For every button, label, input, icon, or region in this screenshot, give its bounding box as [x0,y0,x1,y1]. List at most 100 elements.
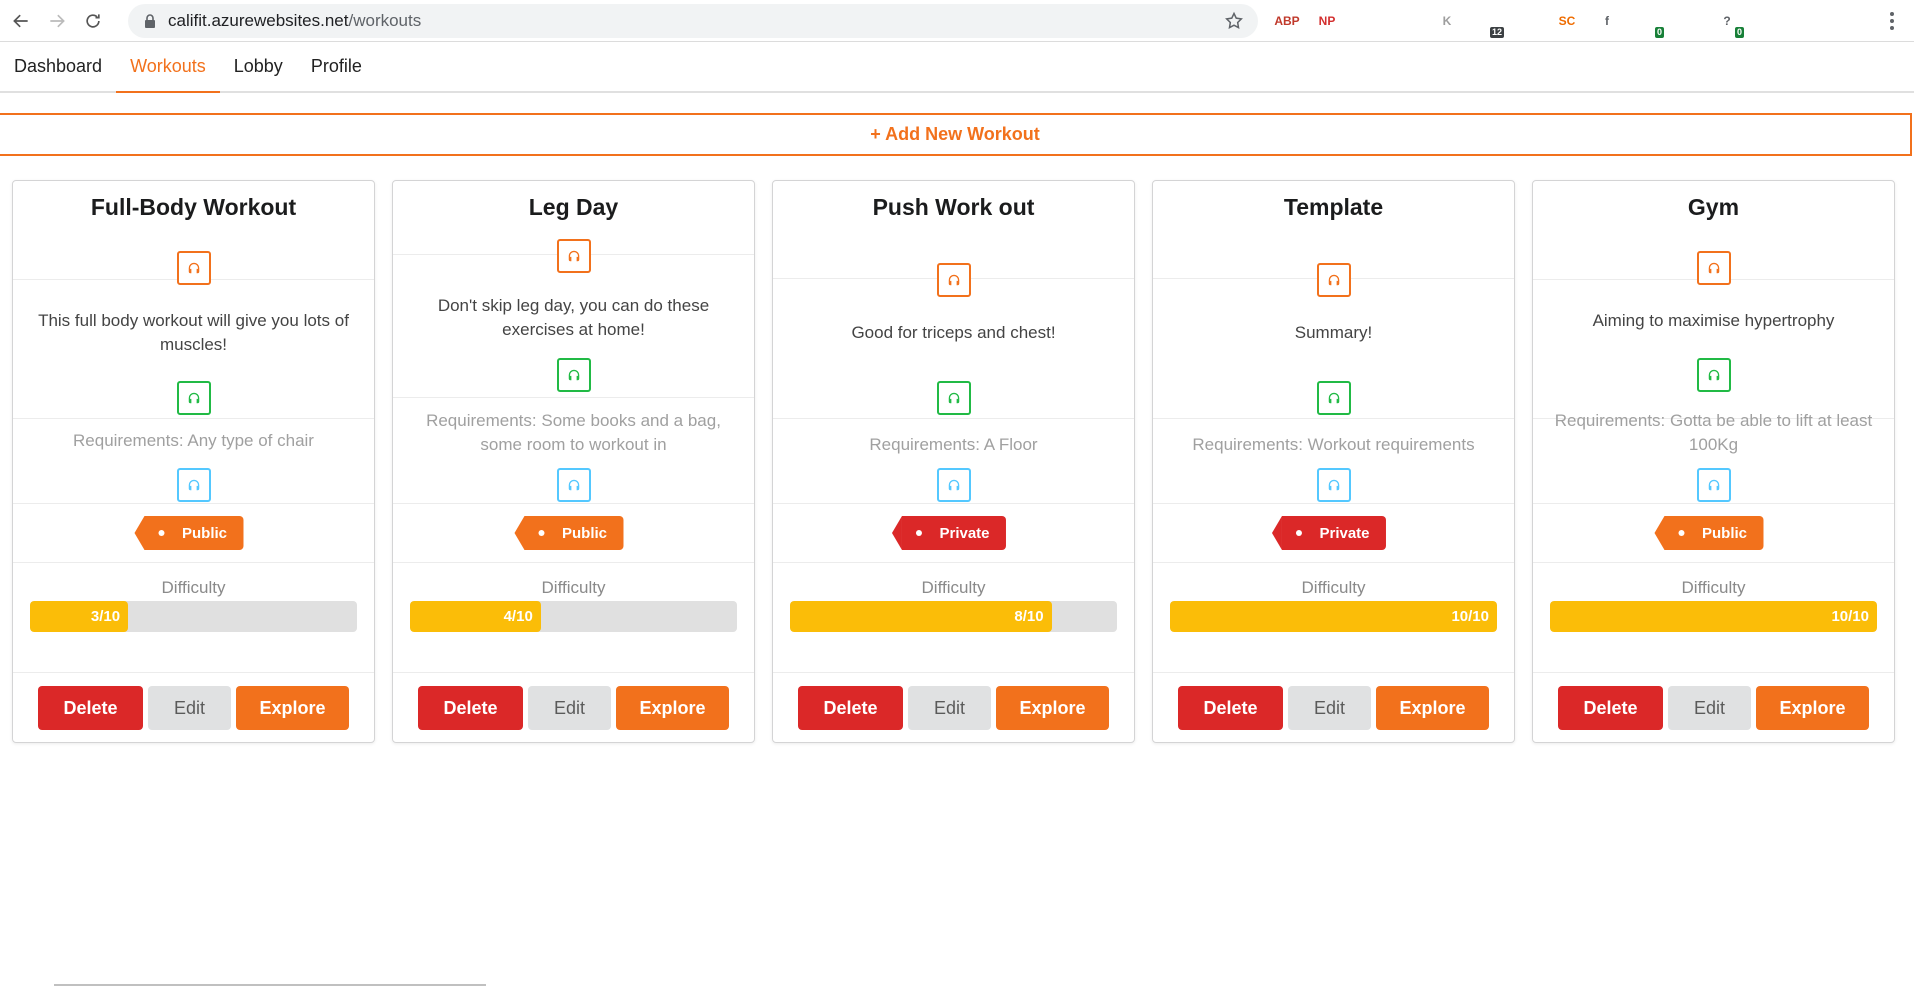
playlist-icon[interactable] [1792,6,1822,36]
k-ext-icon[interactable]: K [1432,6,1462,36]
explore-button[interactable]: Explore [1756,686,1869,730]
explore-button[interactable]: Explore [996,686,1109,730]
address-bar[interactable]: califit.azurewebsites.net/workouts [128,4,1258,38]
np-icon[interactable]: NP [1312,6,1342,36]
extension-badge: 0 [1734,27,1744,38]
headphones-icon[interactable] [936,381,971,415]
reload-button[interactable] [78,6,108,36]
visibility-tag: Public [1653,516,1764,550]
react-devtools-icon[interactable] [1392,6,1422,36]
card-actions: Delete Edit Explore [393,686,754,730]
delete-button[interactable]: Delete [38,686,143,730]
divider [1153,418,1514,419]
difficulty-progress: 8/10 [790,601,1117,632]
profile-avatar[interactable] [1832,6,1862,36]
difficulty-fill: 4/10 [410,601,541,632]
add-new-workout-button[interactable]: + Add New Workout [0,113,1912,156]
refresh-ext-icon[interactable] [1352,6,1382,36]
explore-button[interactable]: Explore [236,686,349,730]
headphones-icon[interactable] [556,358,591,392]
visibility-tag: Private [891,516,1006,550]
headphones-icon[interactable] [176,251,211,285]
headphones-icon[interactable] [936,468,971,502]
workout-cards: Full-Body Workout This full body workout… [0,180,1914,743]
headphones-icon[interactable] [1316,381,1351,415]
workout-requirements: Requirements: Workout requirements [1192,435,1475,454]
difficulty-label: Difficulty [1681,578,1746,597]
divider [393,397,754,398]
difficulty-progress: 4/10 [410,601,737,632]
tracker-ext-icon[interactable]: 0 [1632,6,1664,38]
workout-description: Good for triceps and chest! [851,323,1056,342]
visibility-tag: Public [513,516,624,550]
lock-icon [145,14,155,28]
difficulty-label: Difficulty [541,578,606,597]
difficulty-label: Difficulty [1301,578,1366,597]
tab-workouts[interactable]: Workouts [116,42,220,93]
back-button[interactable] [6,6,36,36]
url-path: /workouts [348,11,422,30]
edit-button[interactable]: Edit [1288,686,1371,730]
explore-button[interactable]: Explore [1376,686,1489,730]
edit-button[interactable]: Edit [1668,686,1751,730]
headphones-icon[interactable] [176,468,211,502]
workout-card: Push Work out Good for triceps and chest… [772,180,1135,743]
workout-title: Template [1283,194,1384,220]
edit-button[interactable]: Edit [148,686,231,730]
delete-button[interactable]: Delete [1178,686,1283,730]
tab-dashboard[interactable]: Dashboard [0,42,116,91]
difficulty-label: Difficulty [921,578,986,597]
arrow-left-icon [13,14,28,27]
headphones-icon[interactable] [556,468,591,502]
divider [13,672,374,673]
tab-lobby[interactable]: Lobby [220,42,297,91]
url-host: califit.azurewebsites.net [168,11,349,30]
headphones-icon[interactable] [556,239,591,273]
divider [773,562,1134,563]
card-actions: Delete Edit Explore [1533,686,1894,730]
divider [773,503,1134,504]
bookmark-star-icon[interactable] [1224,11,1244,31]
workout-description: Don't skip leg day, you can do these exe… [437,296,710,339]
shield-ext-icon[interactable]: 12 [1472,6,1504,38]
puzzle-icon[interactable] [1752,6,1782,36]
divider [13,503,374,504]
divider [393,503,754,504]
delete-button[interactable]: Delete [1558,686,1663,730]
abp-icon[interactable]: ABP [1272,6,1302,36]
headphones-icon[interactable] [1316,468,1351,502]
edit-button[interactable]: Edit [908,686,991,730]
delete-button[interactable]: Delete [798,686,903,730]
workout-requirements: Requirements: A Floor [869,435,1038,454]
edit-button[interactable]: Edit [528,686,611,730]
divider [1153,562,1514,563]
extension-badge: 12 [1489,27,1504,38]
forward-button[interactable] [42,6,72,36]
delete-button[interactable]: Delete [418,686,523,730]
explore-button[interactable]: Explore [616,686,729,730]
difficulty-fill: 3/10 [30,601,129,632]
check-ext-icon[interactable] [1512,6,1542,36]
headphones-icon[interactable] [176,381,211,415]
difficulty-progress: 10/10 [1550,601,1877,632]
workout-title: Gym [1687,194,1740,220]
visibility-tag: Private [1271,516,1386,550]
workout-description: Summary! [1294,323,1373,342]
divider [1153,672,1514,673]
browser-menu-button[interactable] [1880,8,1904,34]
tab-profile[interactable]: Profile [297,42,376,91]
headphones-icon[interactable] [1316,263,1351,297]
help-ext-icon[interactable]: ? 0 [1712,6,1744,38]
facebook-ext-icon[interactable]: f [1592,6,1622,36]
headphones-icon[interactable] [936,263,971,297]
headphones-icon[interactable] [1696,468,1731,502]
headphones-icon[interactable] [1696,358,1731,392]
browser-toolbar: califit.azurewebsites.net/workouts ABP NP… [0,0,1914,42]
terrarium-ext-icon[interactable] [1672,6,1702,36]
workout-card: Leg Day Don't skip leg day, you can do t… [392,180,755,743]
difficulty-fill: 10/10 [1550,601,1877,632]
sc-ext-icon[interactable]: SC [1552,6,1582,36]
difficulty-fill: 10/10 [1170,601,1497,632]
divider [13,418,374,419]
headphones-icon[interactable] [1696,251,1731,285]
